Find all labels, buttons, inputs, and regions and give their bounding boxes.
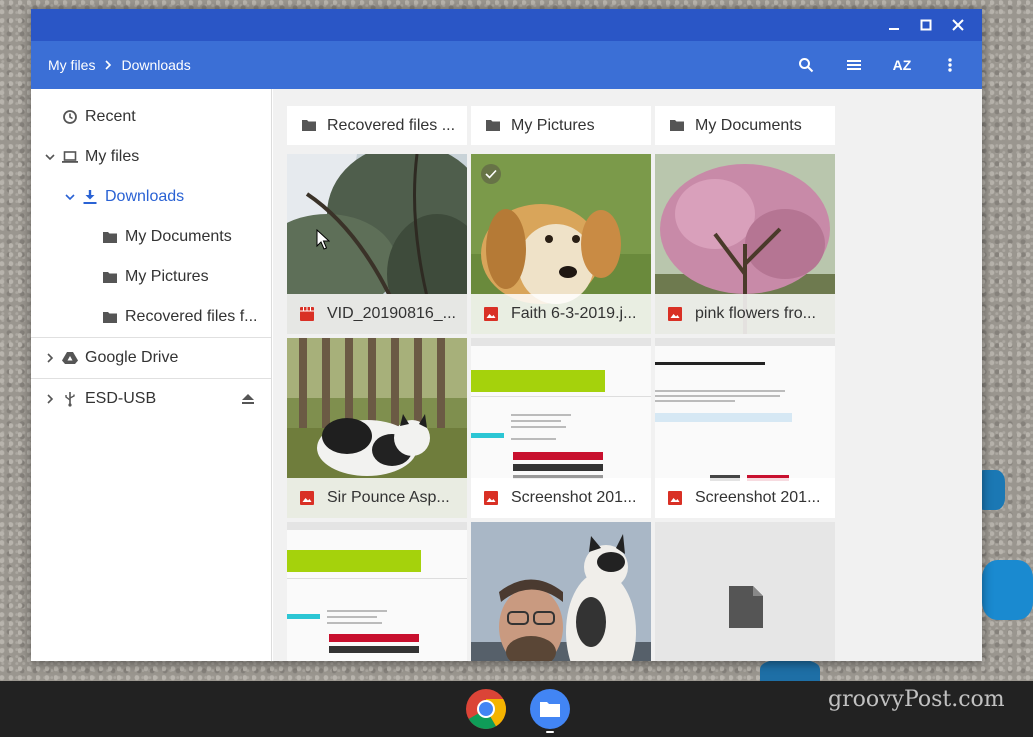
sort-az-icon: AZ: [892, 57, 912, 73]
laptop-icon: [62, 149, 78, 165]
file-label: Faith 6-3-2019.j...: [511, 305, 637, 322]
folder-icon: [102, 229, 118, 245]
file-label: VID_20190816_...: [327, 305, 456, 322]
file-caption: Sir Pounce Asp...: [287, 478, 467, 518]
chevron-right-icon[interactable]: [44, 393, 56, 405]
selection-check[interactable]: [481, 164, 501, 184]
file-grid: Recovered files ... My Pictures My Docum…: [273, 89, 982, 661]
sidebar-item-downloads[interactable]: Downloads: [31, 177, 271, 217]
image-file-icon: [484, 491, 498, 505]
folder-tile[interactable]: My Pictures: [471, 106, 651, 145]
sidebar-item-my-documents[interactable]: My Documents: [31, 217, 271, 257]
folder-tile[interactable]: Recovered files ...: [287, 106, 467, 145]
maximize-icon: [920, 19, 932, 31]
check-icon: [485, 169, 497, 179]
sidebar-item-label: Google Drive: [85, 349, 179, 366]
sidebar-item-my-pictures[interactable]: My Pictures: [31, 257, 271, 297]
folder-icon: [102, 269, 118, 285]
sidebar-item-label: My files: [85, 148, 140, 165]
generic-file-icon: [729, 586, 763, 628]
sidebar-item-label: Recovered files f...: [125, 308, 258, 325]
man-and-cat-thumbnail: [471, 522, 651, 661]
chevron-down-icon[interactable]: [44, 151, 56, 163]
chevron-right-icon[interactable]: [44, 352, 56, 364]
clock-icon: [62, 109, 78, 125]
sidebar-item-esd-usb[interactable]: ESD-USB: [31, 379, 271, 419]
file-tile[interactable]: Faith 6-3-2019.j...: [471, 154, 651, 334]
drive-icon: [62, 350, 78, 366]
file-caption: Faith 6-3-2019.j...: [471, 294, 651, 334]
sidebar-item-google-drive[interactable]: Google Drive: [31, 338, 271, 378]
watermark: groovyPost.com: [828, 687, 1005, 712]
breadcrumb-root[interactable]: My files: [48, 57, 95, 73]
download-icon: [82, 189, 98, 205]
folder-icon: [486, 120, 500, 131]
file-label: Sir Pounce Asp...: [327, 489, 450, 506]
file-label: Screenshot 201...: [695, 489, 821, 506]
file-caption: Screenshot 201...: [471, 478, 651, 518]
sidebar-item-recovered-files[interactable]: Recovered files f...: [31, 297, 271, 337]
wallpaper-toy: [982, 560, 1033, 620]
file-tile[interactable]: Sir Pounce Asp...: [287, 338, 467, 518]
folder-icon: [302, 120, 316, 131]
folder-icon: [670, 120, 684, 131]
folder-label: Recovered files ...: [327, 116, 456, 134]
file-label: pink flowers fro...: [695, 305, 816, 322]
image-file-icon: [484, 307, 498, 321]
screenshot-thumbnail: [287, 522, 467, 661]
minimize-icon: [889, 28, 899, 30]
sidebar-item-label: My Pictures: [125, 268, 209, 285]
file-tile[interactable]: Screenshot 201...: [471, 338, 651, 518]
more-options-button[interactable]: [926, 41, 974, 89]
file-caption: VID_20190816_...: [287, 294, 467, 334]
folder-label: My Documents: [695, 116, 802, 134]
image-file-icon: [668, 307, 682, 321]
list-view-button[interactable]: [830, 41, 878, 89]
image-file-icon: [668, 491, 682, 505]
folder-tile[interactable]: My Documents: [655, 106, 835, 145]
file-tile[interactable]: Screenshot 201...: [655, 338, 835, 518]
sidebar-item-my-files[interactable]: My files: [31, 137, 271, 177]
sidebar-item-label: My Documents: [125, 228, 232, 245]
folder-label: My Pictures: [511, 116, 595, 134]
mouse-cursor-icon: [316, 229, 330, 250]
more-vert-icon: [948, 58, 952, 72]
file-tile[interactable]: [287, 522, 467, 661]
chrome-app-icon[interactable]: [466, 689, 506, 729]
sidebar-item-label: Recent: [85, 108, 136, 125]
close-icon: [952, 19, 964, 31]
files-app-window: My files Downloads AZ Recent My files Do…: [31, 9, 982, 661]
usb-icon: [62, 391, 78, 407]
breadcrumb-current[interactable]: Downloads: [121, 57, 190, 73]
image-file-icon: [300, 491, 314, 505]
file-tile[interactable]: VID_20190816_...: [287, 154, 467, 334]
file-label: Screenshot 201...: [511, 489, 637, 506]
sidebar: Recent My files Downloads My Documents M…: [31, 89, 272, 661]
folder-icon: [102, 309, 118, 325]
video-file-icon: [300, 307, 314, 321]
chevron-down-icon[interactable]: [64, 191, 76, 203]
minimize-button[interactable]: [878, 9, 910, 41]
list-view-icon: [847, 60, 861, 70]
file-tile[interactable]: [471, 522, 651, 661]
search-button[interactable]: [782, 41, 830, 89]
title-bar: [31, 9, 982, 41]
file-tile[interactable]: pink flowers fro...: [655, 154, 835, 334]
chevron-right-icon: [95, 59, 121, 71]
file-caption: pink flowers fro...: [655, 294, 835, 334]
file-caption: Screenshot 201...: [655, 478, 835, 518]
eject-icon[interactable]: [240, 391, 256, 407]
sidebar-item-label: Downloads: [105, 188, 185, 205]
file-tile[interactable]: [655, 522, 835, 661]
sidebar-item-label: ESD-USB: [85, 390, 157, 407]
search-icon: [799, 58, 814, 73]
toolbar: My files Downloads AZ: [31, 41, 982, 89]
sidebar-item-recent[interactable]: Recent: [31, 97, 271, 137]
sort-button[interactable]: AZ: [878, 41, 926, 89]
maximize-button[interactable]: [910, 9, 942, 41]
files-app-icon[interactable]: [530, 689, 570, 729]
close-button[interactable]: [942, 9, 974, 41]
running-indicator: [546, 731, 554, 733]
